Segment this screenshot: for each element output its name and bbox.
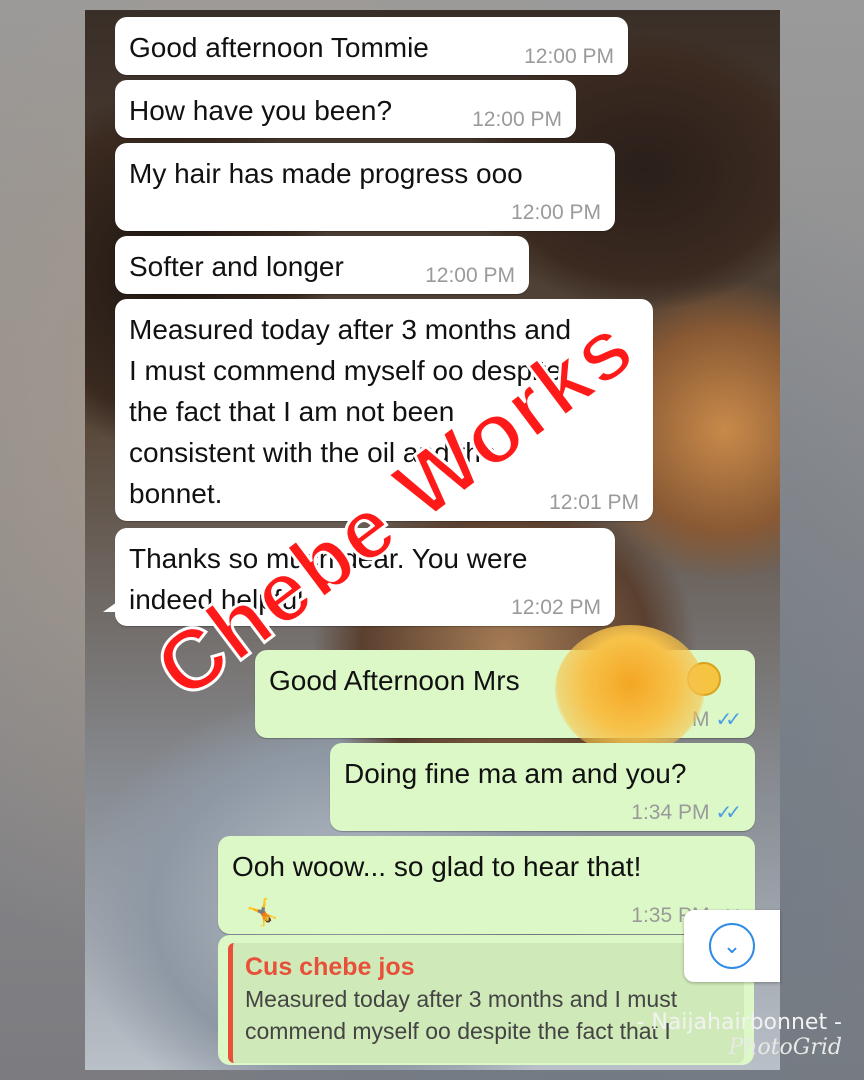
read-ticks-icon: ✓✓: [715, 802, 741, 824]
message-incoming[interactable]: Good afternoon Tommie 12:00 PM: [115, 17, 628, 75]
message-time-text: 1:34 PM: [631, 801, 710, 824]
read-ticks-icon: ✓✓: [715, 709, 741, 731]
message-text: How have you been?: [129, 95, 393, 126]
message-time: 12:00 PM: [524, 45, 614, 68]
message-text: Ooh woow... so glad to hear that!: [232, 851, 642, 882]
scroll-to-bottom-button[interactable]: ⌄: [684, 910, 780, 982]
message-text: Softer and longer: [129, 251, 344, 282]
message-time: 1:34 PM ✓✓: [631, 801, 742, 825]
message-incoming[interactable]: My hair has made progress ooo 12:00 PM: [115, 143, 615, 231]
bubble-tail: [103, 602, 117, 612]
message-incoming[interactable]: Softer and longer 12:00 PM: [115, 236, 529, 294]
message-outgoing[interactable]: Doing fine ma am and you? 1:34 PM ✓✓: [330, 743, 755, 831]
photogrid-logo: PhotoGrid: [728, 1035, 842, 1060]
message-incoming[interactable]: How have you been? 12:00 PM: [115, 80, 576, 138]
message-outgoing[interactable]: Ooh woow... so glad to hear that! 🤸 1:35…: [218, 836, 755, 934]
signature-text: - Naijahairbonnet -: [636, 1010, 842, 1035]
dancing-emoji-icon: 🤸: [246, 897, 279, 927]
message-text: Good afternoon Tommie: [129, 32, 429, 63]
message-time: 12:01 PM: [549, 491, 639, 514]
message-time: 12:00 PM: [472, 108, 562, 131]
message-text: Doing fine ma am and you?: [344, 758, 687, 789]
chevron-down-icon: ⌄: [709, 923, 755, 969]
photo-signature: - Naijahairbonnet - PhotoGrid: [636, 1010, 842, 1060]
quoted-author: Cus chebe jos: [245, 953, 415, 981]
message-time: 12:00 PM: [425, 264, 515, 287]
message-text: My hair has made progress ooo: [129, 158, 523, 189]
message-text: Good Afternoon Mrs: [269, 665, 520, 696]
censor-blur: [555, 625, 705, 755]
message-time: 12:02 PM: [511, 596, 601, 619]
message-time: 12:00 PM: [511, 201, 601, 224]
